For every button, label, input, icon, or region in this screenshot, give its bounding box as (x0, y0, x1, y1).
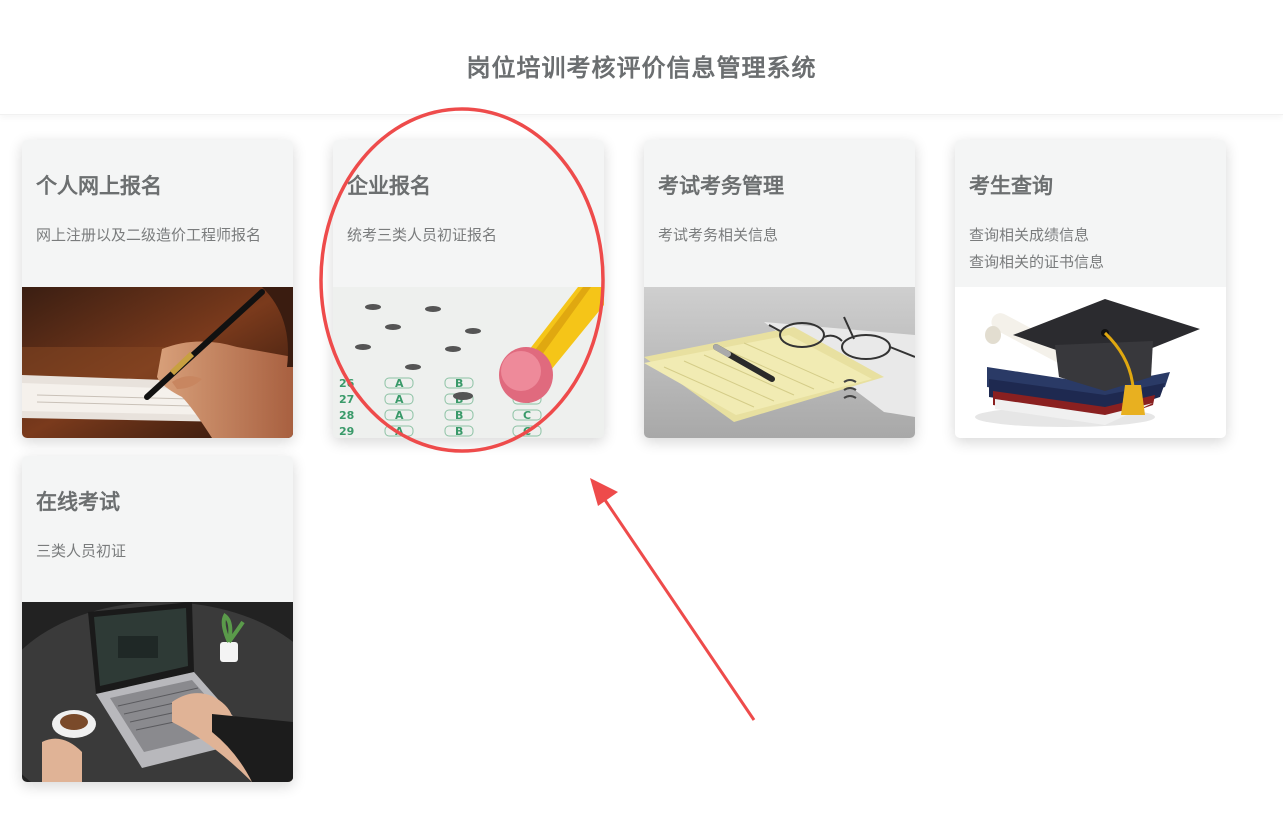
card-description: 考试考务相关信息 (658, 222, 778, 249)
card-description: 三类人员初证 (36, 538, 126, 565)
card-personal-registration[interactable]: 个人网上报名 网上注册以及二级造价工程师报名 (22, 140, 293, 438)
svg-text:29: 29 (339, 425, 354, 438)
page-title: 岗位培训考核评价信息管理系统 (466, 54, 817, 82)
card-desc-line: 网上注册以及二级造价工程师报名 (36, 226, 262, 244)
card-online-exam[interactable]: 在线考试 三类人员初证 (22, 456, 293, 782)
pointer-arrow-head (590, 478, 618, 506)
card-exam-management[interactable]: 考试考务管理 考试考务相关信息 (644, 140, 915, 438)
card-description: 查询相关成绩信息 查询相关的证书信息 (969, 222, 1104, 276)
card-title: 在线考试 (36, 490, 120, 514)
card-title: 企业报名 (347, 174, 431, 198)
svg-text:28: 28 (339, 409, 354, 422)
answer-sheet-photo: 26272829 AAAA BBBB CCC (333, 287, 604, 438)
svg-text:27: 27 (339, 393, 354, 406)
card-desc-line: 三类人员初证 (36, 542, 127, 560)
hand-writing-photo (22, 287, 293, 438)
card-title: 个人网上报名 (36, 174, 162, 198)
pointer-arrow-shaft (603, 499, 756, 721)
svg-text:26: 26 (339, 377, 355, 390)
card-description: 统考三类人员初证报名 (347, 222, 497, 249)
card-desc-line: 查询相关的证书信息 (969, 253, 1105, 271)
laptop-typing-photo (22, 602, 293, 782)
card-desc-line: 考试考务相关信息 (658, 226, 779, 244)
notebook-glasses-photo (644, 287, 915, 438)
graduation-cap-photo (955, 287, 1226, 438)
card-title: 考生查询 (969, 174, 1053, 198)
card-title: 考试考务管理 (658, 174, 784, 198)
card-desc-line: 统考三类人员初证报名 (347, 226, 498, 244)
card-desc-line: 查询相关成绩信息 (969, 226, 1090, 244)
header-bar: 岗位培训考核评价信息管理系统 (0, 0, 1283, 115)
card-description: 网上注册以及二级造价工程师报名 (36, 222, 261, 249)
card-enterprise-registration[interactable]: 企业报名 统考三类人员初证报名 26272829 AAAA BBBB CCC (333, 140, 604, 438)
card-candidate-query[interactable]: 考生查询 查询相关成绩信息 查询相关的证书信息 (955, 140, 1226, 438)
